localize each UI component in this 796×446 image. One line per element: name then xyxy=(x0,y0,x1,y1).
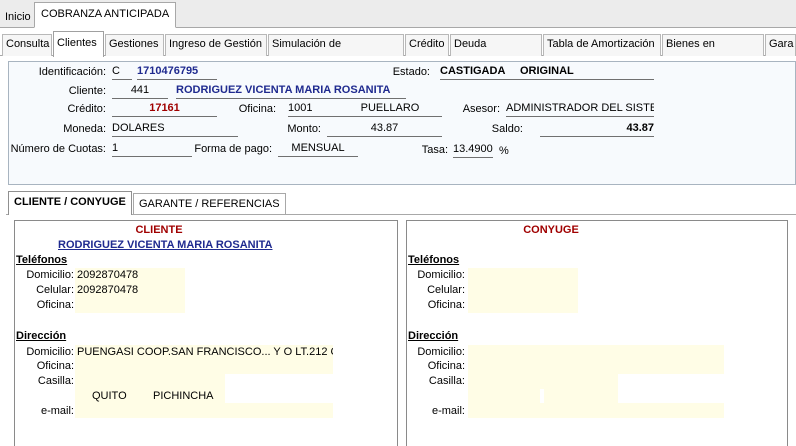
conyuge-celular-field[interactable] xyxy=(468,283,578,298)
monto-valor: 43.87 xyxy=(327,122,442,137)
tab-bienes-garantia[interactable]: Bienes en Garantía xyxy=(662,34,764,56)
conyuge-casilla-label: Casilla: xyxy=(428,375,465,387)
tab-ingreso-gestion[interactable]: Ingreso de Gestión xyxy=(165,34,267,56)
cliente-tel-domicilio-label: Domicilio: xyxy=(26,269,74,281)
moneda-label: Moneda: xyxy=(63,123,106,135)
cliente-email-label: e-mail: xyxy=(40,405,74,417)
saldo-valor: 43.87 xyxy=(540,122,654,137)
asesor-label: Asesor: xyxy=(462,103,500,115)
conyuge-dir-oficina-field[interactable] xyxy=(468,359,724,374)
cliente-celular-label: Celular: xyxy=(36,284,74,296)
cliente-label: Cliente: xyxy=(68,85,106,97)
cliente-provincia: PICHINCHA xyxy=(153,390,214,402)
tasa-label: Tasa: xyxy=(421,144,448,156)
conyuge-direccion-heading: Dirección xyxy=(408,330,459,342)
identificacion-numero: 1710476795 xyxy=(137,65,217,80)
conyuge-email-label: e-mail: xyxy=(431,405,465,417)
cliente-casilla-field[interactable] xyxy=(75,374,225,389)
identificacion-label: Identificación: xyxy=(38,66,106,78)
forma-pago-label: Forma de pago: xyxy=(194,143,272,155)
cliente-name-link[interactable]: RODRIGUEZ VICENTA MARIA ROSANITA xyxy=(58,239,273,251)
moneda-valor: DOLARES xyxy=(112,122,238,137)
tab-deuda-pendiente[interactable]: Deuda Pendiente xyxy=(450,34,542,56)
tab-credito[interactable]: Crédito xyxy=(405,34,449,56)
cliente-tel-domicilio-field[interactable]: 2092870478 xyxy=(75,268,185,283)
cliente-title: CLIENTE xyxy=(135,224,183,236)
conyuge-ciudad-field[interactable] xyxy=(468,388,540,403)
conyuge-provincia-field[interactable] xyxy=(544,388,618,403)
estado-castigada: CASTIGADA xyxy=(440,65,520,80)
cuotas-valor: 1 xyxy=(112,142,192,157)
tab-tabla-amortizacion[interactable]: Tabla de Amortización xyxy=(543,34,661,56)
credito-numero: 17161 xyxy=(112,102,217,117)
saldo-label: Saldo: xyxy=(491,123,523,135)
cliente-dir-oficina-label: Oficina: xyxy=(36,360,74,372)
oficina-nombre: PUELLARO xyxy=(338,102,442,117)
cliente-celular-field[interactable]: 2092870478 xyxy=(75,283,185,298)
conyuge-casilla-field[interactable] xyxy=(468,374,618,389)
tab-consulta[interactable]: Consulta xyxy=(2,34,52,56)
cliente-dir-domicilio-field[interactable]: PUENGASI COOP.SAN FRANCISCO... Y O LT.21… xyxy=(75,345,333,360)
tab-cliente-conyuge[interactable]: CLIENTE / CONYUGE xyxy=(8,191,132,215)
oficina-label: Oficina: xyxy=(238,103,276,115)
tab-garantes[interactable]: Gara xyxy=(765,34,796,56)
top-tab-bar: Inicio COBRANZA ANTICIPADA xyxy=(0,0,796,28)
cliente-tel-oficina-field[interactable] xyxy=(75,298,185,313)
tasa-valor: 13.4900 xyxy=(453,143,493,158)
tab-gestiones[interactable]: Gestiones xyxy=(105,34,164,56)
cliente-telefonos-heading: Teléfonos xyxy=(16,254,68,266)
cliente-dir-domicilio-label: Domicilio: xyxy=(26,346,74,358)
cliente-dir-oficina-field[interactable] xyxy=(75,359,333,374)
conyuge-celular-label: Celular: xyxy=(427,284,465,296)
tab-garante-referencias[interactable]: GARANTE / REFERENCIAS xyxy=(133,193,286,215)
identificacion-tipo: C xyxy=(112,65,132,80)
cliente-casilla-label: Casilla: xyxy=(37,375,74,387)
module-tab-bar: Consulta Clientes Gestiones Ingreso de G… xyxy=(0,30,796,57)
cliente-codigo: 441 xyxy=(112,84,168,99)
conyuge-dir-domicilio-label: Domicilio: xyxy=(417,346,465,358)
conyuge-email-field[interactable] xyxy=(468,403,724,418)
tab-inicio[interactable]: Inicio xyxy=(0,6,36,30)
forma-pago-valor: MENSUAL xyxy=(278,142,358,157)
cliente-nombre: RODRIGUEZ VICENTA MARIA ROSANITA xyxy=(176,84,406,99)
asesor-valor: ADMINISTRADOR DEL SISTEMA xyxy=(506,102,654,117)
estado-original: ORIGINAL xyxy=(520,65,654,80)
cliente-tel-oficina-label: Oficina: xyxy=(36,299,74,311)
tasa-unidad: % xyxy=(499,145,509,157)
cliente-direccion-heading: Dirección xyxy=(16,330,67,342)
conyuge-tel-oficina-field[interactable] xyxy=(468,298,578,313)
cliente-ciudad: QUITO xyxy=(92,390,127,402)
monto-label: Monto: xyxy=(287,123,321,135)
tab-simulacion-calificacion[interactable]: Simulación de Calificación xyxy=(268,34,404,56)
cuotas-label: Número de Cuotas: xyxy=(10,143,106,155)
estado-label: Estado: xyxy=(392,66,430,78)
oficina-codigo: 1001 xyxy=(288,102,338,117)
credito-label: Crédito: xyxy=(67,103,106,115)
conyuge-tel-domicilio-field[interactable] xyxy=(468,268,578,283)
conyuge-tel-oficina-label: Oficina: xyxy=(427,299,465,311)
tab-clientes[interactable]: Clientes xyxy=(53,31,104,57)
conyuge-title: CONYUGE xyxy=(523,224,579,236)
conyuge-dir-oficina-label: Oficina: xyxy=(427,360,465,372)
conyuge-tel-domicilio-label: Domicilio: xyxy=(417,269,465,281)
conyuge-telefonos-heading: Teléfonos xyxy=(408,254,460,266)
cliente-email-field[interactable] xyxy=(75,403,333,418)
conyuge-dir-domicilio-field[interactable] xyxy=(468,345,724,360)
tab-cobranza-anticipada[interactable]: COBRANZA ANTICIPADA xyxy=(34,2,177,28)
